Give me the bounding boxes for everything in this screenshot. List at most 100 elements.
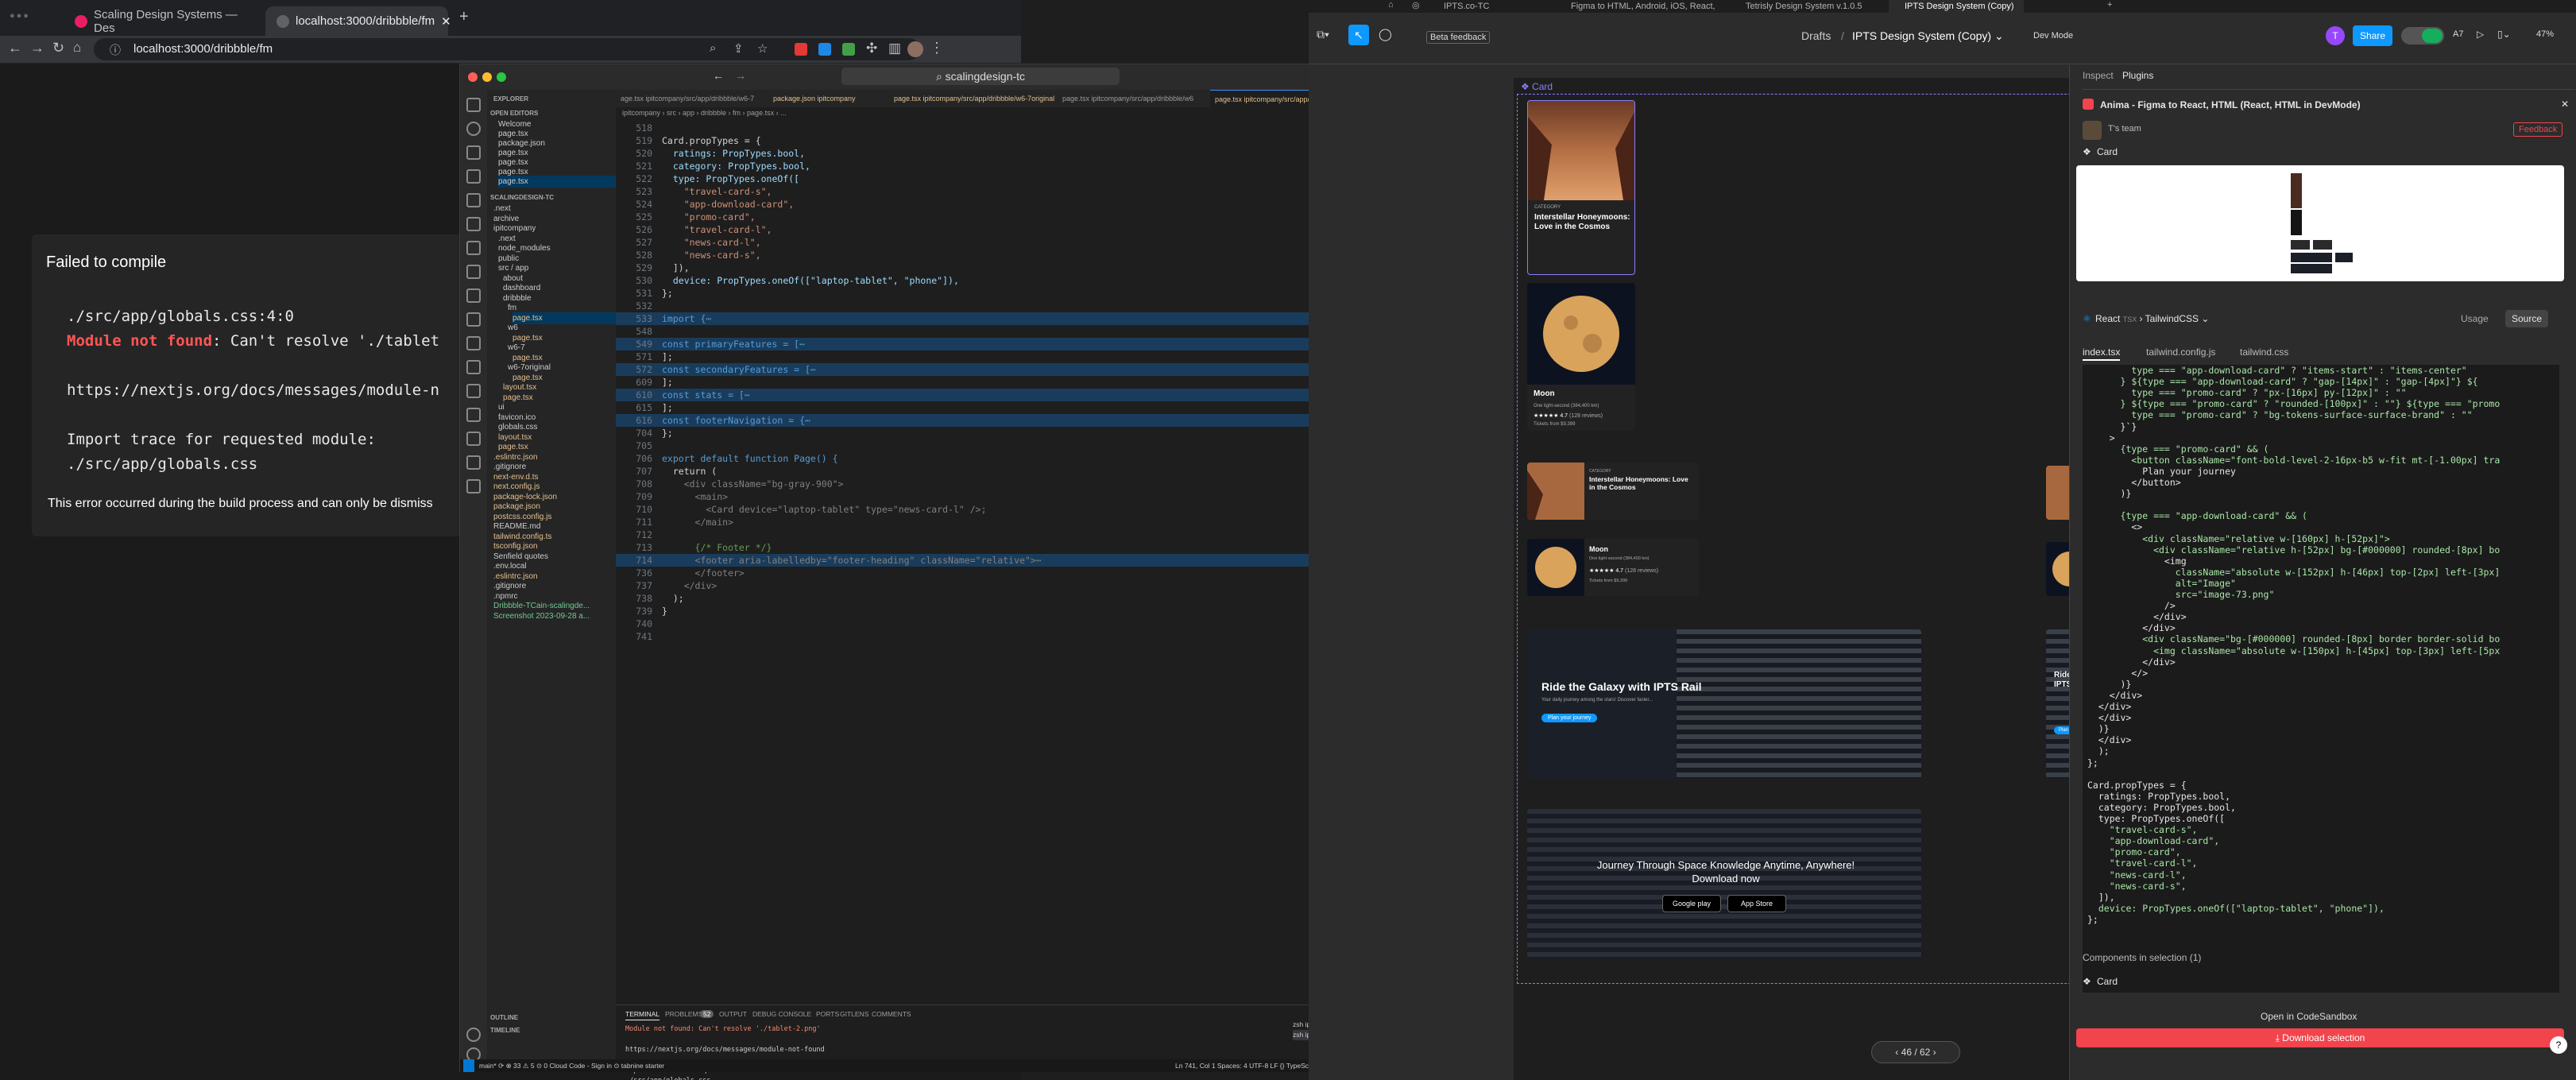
- tab-source[interactable]: Source: [2505, 310, 2549, 327]
- feedback-button[interactable]: Feedback: [2513, 122, 2563, 137]
- tab-debug-console[interactable]: DEBUG CONSOLE: [752, 1010, 811, 1018]
- file-tab-tailwind-css[interactable]: tailwind.css: [2240, 346, 2288, 358]
- tab-output[interactable]: OUTPUT: [719, 1010, 747, 1018]
- home-icon[interactable]: ⌂: [1388, 0, 1394, 10]
- terminal-icon[interactable]: [466, 479, 481, 494]
- reload-icon[interactable]: ↻: [52, 40, 64, 56]
- project-heading[interactable]: SCALINGDESIGN-TC: [490, 192, 554, 203]
- ai-icon[interactable]: A7: [2453, 29, 2463, 39]
- open-editors-heading[interactable]: OPEN EDITORS: [490, 107, 538, 119]
- profile-avatar[interactable]: [907, 41, 923, 57]
- new-tab-button[interactable]: +: [2107, 0, 2112, 10]
- menu-kebab-icon[interactable]: ⋮: [930, 40, 944, 56]
- card-travel-landscape[interactable]: CATEGORY Interstellar Honeymoons: Love i…: [1527, 463, 1699, 520]
- back-icon[interactable]: ←: [8, 40, 22, 56]
- extension-green-icon[interactable]: [842, 43, 855, 56]
- extension-red-icon[interactable]: [795, 43, 807, 56]
- source-control-icon[interactable]: [466, 145, 481, 160]
- card-moon-portrait[interactable]: Moon One light-second (384,400 km) ★★★★★…: [1527, 283, 1635, 431]
- figma-tab[interactable]: Figma to HTML, Android, iOS, React,: [1555, 0, 1722, 13]
- framework[interactable]: React TSX › TailwindCSS ⌄: [2095, 313, 2209, 324]
- forward-icon[interactable]: →: [735, 69, 746, 82]
- command-center-search[interactable]: ⌕ scalingdesign-tc: [841, 68, 1120, 85]
- todo-icon[interactable]: [466, 432, 481, 446]
- bookmark-icon[interactable]: [466, 455, 481, 470]
- status-left[interactable]: main* ⟳ ⊗ 33 ⚠ 5 ⊙ 0 Cloud Code - Sign i…: [479, 1059, 664, 1072]
- generated-code[interactable]: type === "app-download-card" ? "items-st…: [2083, 365, 2559, 993]
- copilot-icon[interactable]: [466, 384, 481, 398]
- tab-ports[interactable]: PORTS: [816, 1010, 839, 1018]
- timeline-heading[interactable]: TIMELINE: [490, 1024, 520, 1036]
- frame-pager[interactable]: ‹ 46 / 62 ›: [1871, 1041, 1960, 1063]
- breadcrumb-drafts[interactable]: Drafts: [1801, 29, 1831, 42]
- account-icon[interactable]: [466, 1028, 481, 1042]
- play-icon[interactable]: ▷: [2477, 29, 2484, 40]
- error-doc-link[interactable]: https://nextjs.org/docs/messages/module-…: [67, 378, 439, 403]
- tab-scaling-design[interactable]: Scaling Design Systems — Des: [64, 6, 254, 36]
- select-tool-icon[interactable]: ↖: [1348, 25, 1369, 45]
- editor-tab[interactable]: package.json ipitcompany: [768, 90, 888, 107]
- editor-tab[interactable]: age.tsx ipitcompany/src/app/dribbble/w6-…: [616, 90, 767, 107]
- editor-tab[interactable]: page.tsx ipitcompany/src/app/dribbble/w6: [1058, 90, 1209, 107]
- editor-tab[interactable]: page.tsx ipitcompany/src/app/dribbble/w6…: [889, 90, 1056, 107]
- extension-blue-icon[interactable]: [818, 43, 831, 56]
- close-icon[interactable]: ✕: [441, 14, 451, 29]
- tab-localhost[interactable]: localhost:3000/dribbble/fm ✕: [265, 6, 451, 36]
- tab-inspect[interactable]: Inspect: [2083, 70, 2114, 81]
- info-icon[interactable]: ⓘ: [110, 42, 121, 58]
- explorer-icon[interactable]: [466, 98, 481, 112]
- google-play-badge[interactable]: Google play: [1662, 895, 1721, 912]
- extensions-puzzle-icon[interactable]: ✣: [866, 41, 877, 56]
- open-editor-item[interactable]: page.tsx: [498, 176, 627, 188]
- window-controls[interactable]: ●●●: [10, 11, 30, 21]
- file-name[interactable]: IPTS Design System (Copy) ⌄: [1852, 29, 2004, 43]
- file-tab-index[interactable]: index.tsx: [2083, 346, 2121, 361]
- download-selection-button[interactable]: ⤓ Download selection: [2076, 1028, 2564, 1047]
- library-icon[interactable]: ▯⌄: [2497, 29, 2511, 40]
- share-button[interactable]: Share: [2353, 25, 2392, 46]
- docker-icon[interactable]: [466, 288, 481, 303]
- testing-icon[interactable]: [466, 241, 481, 255]
- tab-comments[interactable]: COMMENTS: [872, 1010, 911, 1018]
- bookmark-star-icon[interactable]: ☆: [757, 41, 768, 56]
- database-icon[interactable]: [466, 408, 481, 422]
- zoom-icon[interactable]: ⌕: [710, 41, 716, 55]
- close-dot[interactable]: [468, 72, 478, 82]
- gitlens-icon[interactable]: [466, 265, 481, 279]
- card-promo[interactable]: Ride the Galaxy with IPTS Rail Your dail…: [1527, 629, 1921, 779]
- card-app-download[interactable]: Journey Through Space Knowledge Anytime,…: [1527, 809, 1921, 958]
- search-icon[interactable]: [466, 122, 481, 136]
- dev-mode-toggle[interactable]: [2401, 27, 2444, 45]
- card-moon-landscape[interactable]: Moon One light-second (384,400 km) ★★★★★…: [1527, 539, 1699, 596]
- frame-label[interactable]: ❖ Card: [1521, 81, 1553, 92]
- share-icon[interactable]: ⇪: [733, 41, 744, 56]
- tab-usage[interactable]: Usage: [2461, 313, 2489, 324]
- open-codesandbox-button[interactable]: Open in CodeSandbox: [2261, 1011, 2357, 1022]
- next-icon[interactable]: ›: [1930, 1047, 1936, 1058]
- help-icon[interactable]: ?: [2550, 1036, 2567, 1054]
- tab-terminal[interactable]: TERMINAL: [625, 1010, 659, 1020]
- figma-tab[interactable]: Tetrisly Design System v.1.0.5: [1730, 0, 1889, 13]
- tab-gitlens[interactable]: GITLENS: [840, 1010, 868, 1018]
- figma-tab[interactable]: IPTS.co-TC: [1428, 0, 1547, 13]
- avatar[interactable]: T: [2326, 26, 2345, 45]
- beta-feedback-badge[interactable]: Beta feedback: [1426, 31, 1491, 44]
- figma-menu-icon[interactable]: ⧉▾: [1317, 28, 1329, 41]
- new-tab-button[interactable]: +: [459, 8, 469, 26]
- plan-journey-button[interactable]: Plan your journey: [1541, 714, 1598, 722]
- zoom-level[interactable]: 47%: [2536, 29, 2554, 39]
- run-debug-icon[interactable]: [466, 169, 481, 184]
- tabnine-icon[interactable]: [466, 336, 481, 350]
- sidepanel-icon[interactable]: ▥: [888, 41, 901, 56]
- outline-heading[interactable]: OUTLINE: [490, 1012, 518, 1024]
- file-tree-item[interactable]: page.tsx: [503, 392, 533, 404]
- forward-icon[interactable]: →: [30, 40, 44, 56]
- component-list-item[interactable]: Card: [2097, 976, 2118, 987]
- team-avatar[interactable]: [2083, 121, 2102, 140]
- comment-tool-icon[interactable]: ◯: [1379, 27, 1392, 41]
- back-icon[interactable]: ←: [713, 69, 724, 82]
- previous-icon[interactable]: ‹: [1895, 1047, 1901, 1058]
- team-selector[interactable]: T's team: [2108, 124, 2141, 134]
- remote-indicator[interactable]: [463, 1059, 474, 1072]
- close-icon[interactable]: ✕: [2561, 99, 2569, 110]
